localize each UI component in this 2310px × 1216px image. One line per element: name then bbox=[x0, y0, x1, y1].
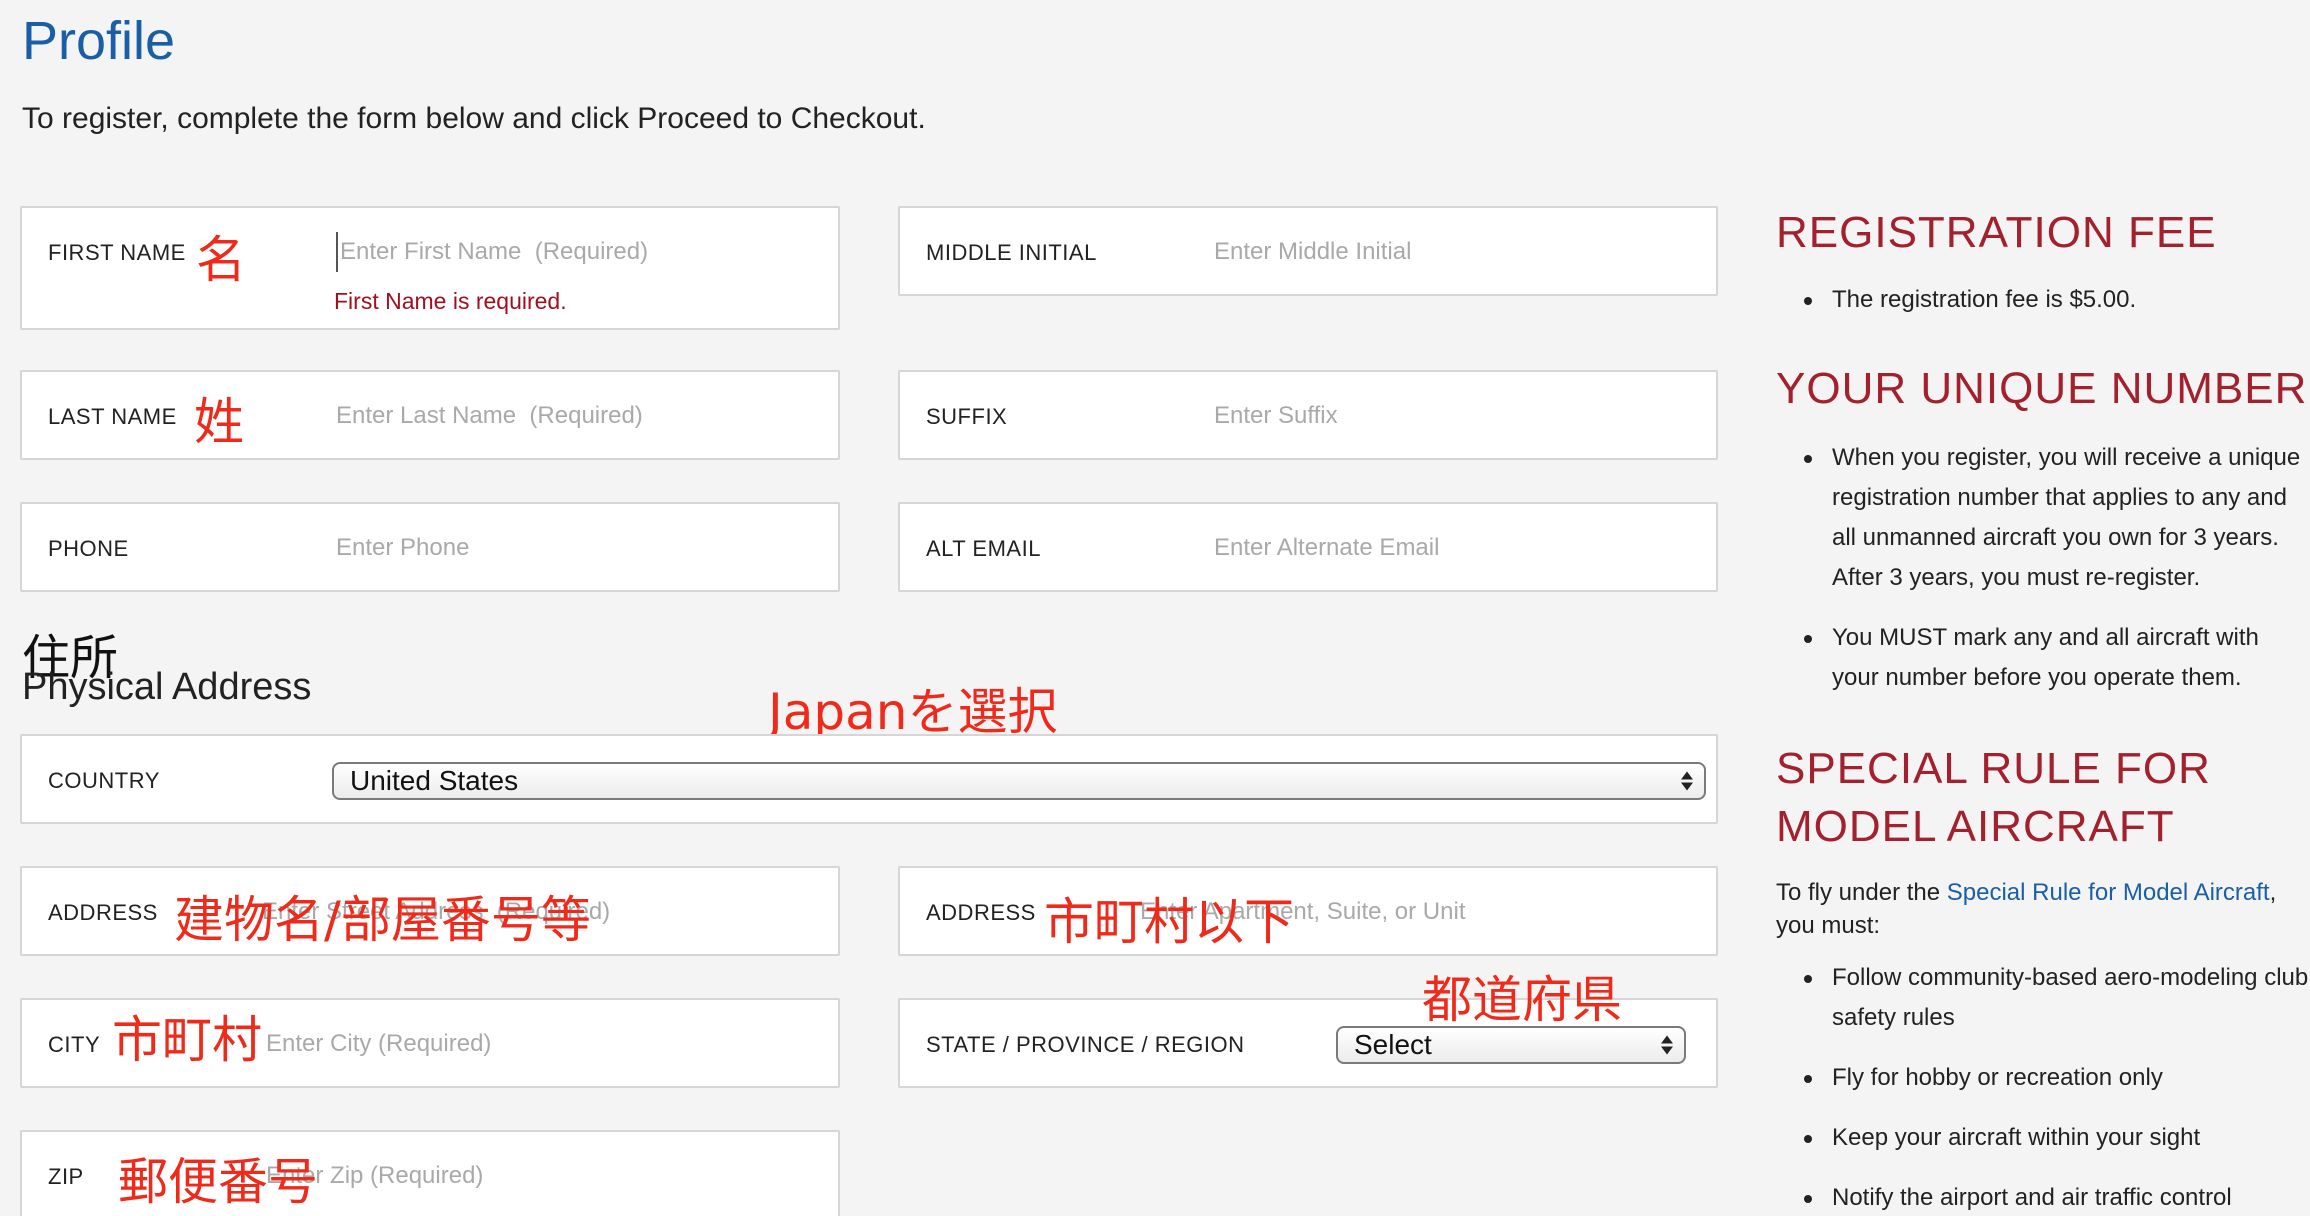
address2-input[interactable] bbox=[1140, 892, 1700, 932]
list-item: You MUST mark any and all aircraft with … bbox=[1800, 618, 2310, 698]
phone-input[interactable] bbox=[336, 528, 826, 568]
page-title: Profile bbox=[22, 11, 176, 71]
address1-input[interactable] bbox=[262, 892, 822, 932]
phone-label: PHONE bbox=[48, 536, 129, 561]
special-rule-list: Follow community-based aero-modeling clu… bbox=[1800, 958, 2310, 1216]
special-rule-intro-prefix: To fly under the bbox=[1776, 879, 1947, 906]
suffix-input[interactable] bbox=[1214, 396, 1704, 436]
special-rule-heading-line2: MODEL AIRCRAFT bbox=[1776, 802, 2175, 851]
middle-initial-label: MIDDLE INITIAL bbox=[926, 240, 1097, 265]
select-arrows-icon bbox=[1680, 771, 1694, 791]
state-select[interactable]: Select bbox=[1336, 1026, 1686, 1064]
select-arrows-icon bbox=[1660, 1035, 1674, 1055]
address2-label: ADDRESS bbox=[926, 900, 1036, 925]
list-item: Fly for hobby or recreation only bbox=[1800, 1058, 2310, 1098]
alt-email-label: ALT EMAIL bbox=[926, 536, 1041, 561]
city-label: CITY bbox=[48, 1032, 101, 1057]
state-label: STATE / PROVINCE / REGION bbox=[926, 1032, 1245, 1057]
middle-initial-field: MIDDLE INITIAL bbox=[898, 206, 1718, 296]
first-name-label: FIRST NAME bbox=[48, 240, 186, 265]
list-item: Notify the airport and air traffic contr… bbox=[1800, 1178, 2310, 1216]
city-field: CITY bbox=[20, 998, 840, 1088]
alt-email-input[interactable] bbox=[1214, 528, 1704, 568]
special-rule-heading-line1: SPECIAL RULE FOR bbox=[1776, 744, 2211, 793]
country-select[interactable]: United States bbox=[332, 762, 1706, 800]
list-item: When you register, you will receive a un… bbox=[1800, 438, 2310, 598]
phone-field: PHONE bbox=[20, 502, 840, 592]
country-label: COUNTRY bbox=[48, 768, 160, 793]
first-name-error: First Name is required. bbox=[334, 288, 567, 314]
unique-number-list: When you register, you will receive a un… bbox=[1800, 438, 2310, 718]
first-name-input[interactable] bbox=[336, 232, 826, 272]
special-rule-heading: SPECIAL RULE FOR MODEL AIRCRAFT bbox=[1776, 740, 2211, 856]
suffix-field: SUFFIX bbox=[898, 370, 1718, 460]
middle-initial-input[interactable] bbox=[1214, 232, 1704, 272]
address1-field: ADDRESS bbox=[20, 866, 840, 956]
first-name-field: FIRST NAME First Name is required. bbox=[20, 206, 840, 330]
state-field: STATE / PROVINCE / REGION Select bbox=[898, 998, 1718, 1088]
zip-input[interactable] bbox=[266, 1156, 826, 1196]
address-section-title: Physical Address bbox=[22, 666, 312, 708]
registration-fee-list: The registration fee is $5.00. bbox=[1800, 280, 2310, 340]
address1-label: ADDRESS bbox=[48, 900, 158, 925]
address2-field: ADDRESS bbox=[898, 866, 1718, 956]
special-rule-intro: To fly under the Special Rule for Model … bbox=[1776, 876, 2306, 942]
zip-field: ZIP bbox=[20, 1130, 840, 1216]
last-name-input[interactable] bbox=[336, 396, 826, 436]
intro-text: To register, complete the form below and… bbox=[22, 102, 926, 135]
country-select-value: United States bbox=[350, 765, 519, 796]
unique-number-heading: YOUR UNIQUE NUMBER bbox=[1776, 364, 2308, 413]
last-name-label: LAST NAME bbox=[48, 404, 177, 429]
country-field: COUNTRY United States bbox=[20, 734, 1718, 824]
registration-fee-heading: REGISTRATION FEE bbox=[1776, 208, 2217, 257]
suffix-label: SUFFIX bbox=[926, 404, 1008, 429]
list-item: Follow community-based aero-modeling clu… bbox=[1800, 958, 2310, 1038]
city-input[interactable] bbox=[266, 1024, 826, 1064]
last-name-field: LAST NAME bbox=[20, 370, 840, 460]
zip-label: ZIP bbox=[48, 1164, 84, 1189]
list-item: Keep your aircraft within your sight bbox=[1800, 1118, 2310, 1158]
list-item: The registration fee is $5.00. bbox=[1800, 280, 2310, 320]
special-rule-link[interactable]: Special Rule for Model Aircraft bbox=[1947, 879, 2270, 906]
state-select-value: Select bbox=[1354, 1029, 1432, 1060]
alt-email-field: ALT EMAIL bbox=[898, 502, 1718, 592]
